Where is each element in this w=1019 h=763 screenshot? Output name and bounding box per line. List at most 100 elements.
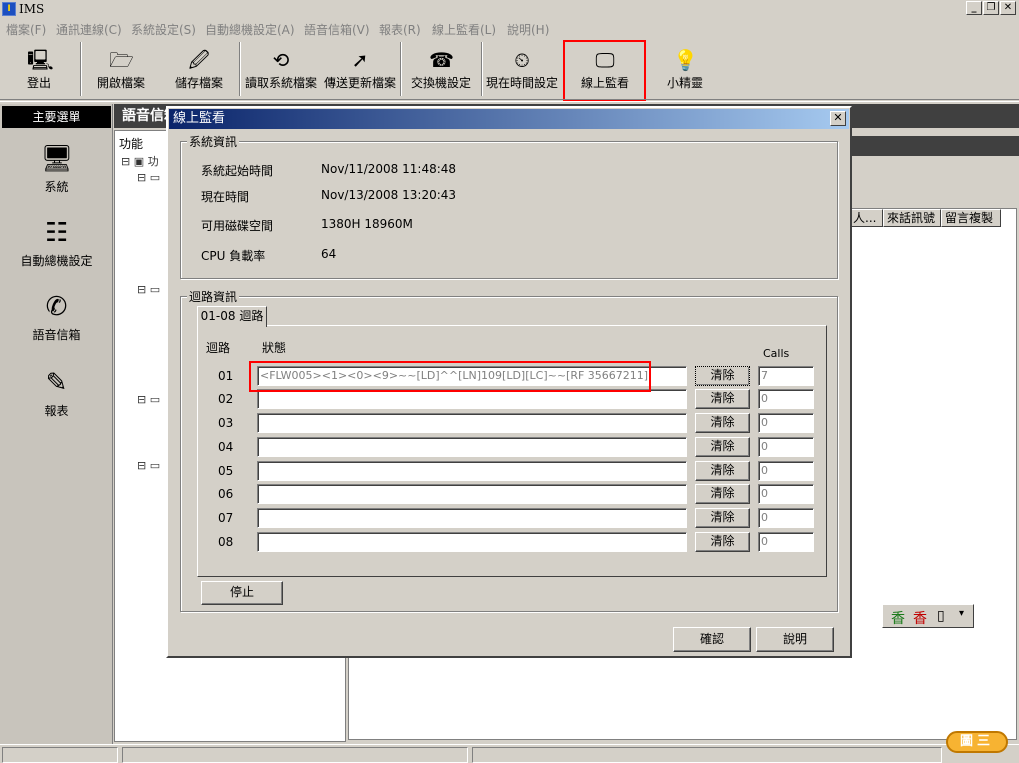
ime-mode-icon[interactable]: 香 — [891, 608, 905, 628]
clear-button[interactable]: 清除 — [695, 484, 750, 504]
calls-count-field: 0 — [758, 461, 814, 481]
toolbar: 🖳 登出 🗁 開啟檔案 🖉 儲存檔案 ⟲ 讀取系統檔案 ➚ 傳送更新檔案 ☎ 交… — [0, 40, 1019, 98]
ime-layout-icon[interactable]: ▯ — [937, 608, 945, 624]
main-menu-reports[interactable]: ✎ 報表 — [0, 368, 113, 419]
minimize-button[interactable]: _ — [966, 1, 982, 15]
main-menu-voicemail[interactable]: ✆ 語音信箱 — [0, 292, 113, 343]
tree-node-vm[interactable]: ⊟ ▭ — [137, 393, 160, 406]
clear-button[interactable]: 清除 — [695, 532, 750, 552]
read-file-icon: ⟲ — [272, 48, 290, 72]
menu-voicemail[interactable]: 語音信箱(V) — [304, 21, 370, 38]
menu-help[interactable]: 說明(H) — [507, 21, 549, 38]
tree-label: 功能 — [119, 137, 144, 151]
ok-button[interactable]: 確認 — [673, 627, 751, 652]
tree-node-report[interactable]: ⊟ ▭ — [137, 459, 160, 472]
calls-count-field: 0 — [758, 508, 814, 528]
stop-button[interactable]: 停止 — [201, 581, 283, 605]
column-header-incoming[interactable]: 來話訊號 — [883, 209, 941, 227]
ime-toolbar[interactable]: 香 香 ▯ ▾ — [882, 604, 974, 628]
switch-device-icon: ☷ — [44, 218, 69, 248]
dialog-titlebar: 線上監看 ✕ — [169, 109, 849, 129]
main-menu-auto-attendant-label: 自動總機設定 — [20, 254, 93, 268]
current-time-button[interactable]: ⏲ 現在時間設定 — [484, 42, 560, 96]
read-system-label: 讀取系統檔案 — [244, 76, 317, 90]
tree-root-node[interactable]: ⊟ ▣ 功 — [121, 153, 159, 169]
ime-char-icon[interactable]: 香 — [913, 608, 927, 628]
loop-number: 08 — [218, 535, 234, 549]
menu-bar: 檔案(F) 通訊連線(C) 系統設定(S) 自動總機設定(A) 語音信箱(V) … — [0, 18, 1019, 38]
menu-reports[interactable]: 報表(R) — [379, 21, 421, 38]
loop-number: 05 — [218, 464, 234, 478]
tree-node-system[interactable]: ⊟ ▭ — [137, 171, 160, 184]
loop-number: 04 — [218, 440, 234, 454]
loop-status-field — [257, 437, 687, 457]
ime-dropdown-icon[interactable]: ▾ — [959, 608, 964, 619]
menu-connection[interactable]: 通訊連線(C) — [56, 21, 122, 38]
loop-number: 02 — [218, 392, 234, 406]
menu-system-settings[interactable]: 系統設定(S) — [131, 21, 196, 38]
loop-number: 06 — [218, 487, 234, 501]
wizard-button[interactable]: 💡 小精靈 — [650, 42, 720, 96]
toolbar-separator — [481, 42, 483, 96]
menu-file[interactable]: 檔案(F) — [6, 21, 46, 38]
logout-button[interactable]: 🖳 登出 — [4, 42, 74, 96]
help-button[interactable]: 說明 — [756, 627, 834, 652]
main-menu-panel: 主要選單 🖥 系統 ☷ 自動總機設定 ✆ 語音信箱 ✎ 報表 — [0, 104, 113, 744]
clear-button[interactable]: 清除 — [695, 437, 750, 457]
open-file-button[interactable]: 🗁 開啟檔案 — [86, 42, 156, 96]
clear-button[interactable]: 清除 — [695, 508, 750, 528]
clear-button[interactable]: 清除 — [695, 413, 750, 433]
app-title: IMS — [19, 2, 45, 16]
voicemail-icon: ✆ — [45, 292, 68, 322]
loop-status-field — [257, 389, 687, 409]
start-time-value: Nov/11/2008 11:48:48 — [321, 162, 457, 176]
loop-01-highlight — [249, 361, 651, 392]
loop-number: 01 — [218, 369, 234, 383]
menu-online-monitor[interactable]: 線上監看(L) — [432, 21, 496, 38]
column-header-person[interactable]: 人... — [849, 209, 883, 227]
send-update-button[interactable]: ➚ 傳送更新檔案 — [321, 42, 399, 96]
cpu-load-label: CPU 負載率 — [201, 249, 266, 263]
toolbar-separator — [400, 42, 402, 96]
main-menu-reports-label: 報表 — [44, 404, 69, 418]
column-header-copy[interactable]: 留言複製 — [941, 209, 1001, 227]
system-info-group: 系統資訊 — [180, 133, 838, 279]
pbx-settings-button[interactable]: ☎ 交換機設定 — [404, 42, 478, 96]
figure-label: 圖三 — [946, 731, 1008, 753]
tree-node-aa[interactable]: ⊟ ▭ — [137, 283, 160, 296]
close-button[interactable]: ✕ — [1000, 1, 1016, 15]
toolbar-divider — [0, 99, 1019, 102]
loop-status-field — [257, 532, 687, 552]
clear-button[interactable]: 清除 — [695, 366, 750, 386]
main-menu-header: 主要選單 — [2, 106, 111, 128]
disk-space-value: 1380H 18960M — [321, 217, 413, 231]
status-panel-2 — [122, 747, 468, 763]
logout-label: 登出 — [26, 76, 51, 90]
ims-logo-icon: I — [2, 2, 16, 16]
main-menu-system[interactable]: 🖥 系統 — [0, 144, 113, 195]
toolbar-separator — [239, 42, 241, 96]
calls-count-field: 0 — [758, 437, 814, 457]
restore-button[interactable]: ❐ — [983, 1, 999, 15]
menu-auto-attendant[interactable]: 自動總機設定(A) — [205, 21, 295, 38]
loop-number: 07 — [218, 511, 234, 525]
calls-count-field: 7 — [758, 366, 814, 386]
tab-loops-01-08[interactable]: 01-08 迴路 — [197, 306, 267, 327]
calls-count-field: 0 — [758, 389, 814, 409]
wizard-label: 小精靈 — [666, 76, 703, 90]
main-menu-auto-attendant[interactable]: ☷ 自動總機設定 — [0, 218, 113, 269]
current-time-label: 現在時間設定 — [485, 76, 558, 90]
send-file-icon: ➚ — [351, 48, 369, 72]
read-system-file-button[interactable]: ⟲ 讀取系統檔案 — [242, 42, 320, 96]
loop-info-label: 迴路資訊 — [187, 288, 240, 305]
pbx-settings-label: 交換機設定 — [410, 76, 471, 90]
main-menu-system-label: 系統 — [44, 180, 69, 194]
save-file-button[interactable]: 🖉 儲存檔案 — [164, 42, 234, 96]
status-column-header: 狀態 — [262, 341, 287, 355]
clear-button[interactable]: 清除 — [695, 389, 750, 409]
calendar-clock-icon: ⏲ — [514, 48, 530, 72]
clear-button[interactable]: 清除 — [695, 461, 750, 481]
dialog-close-button[interactable]: ✕ — [830, 111, 846, 126]
loop-status-field — [257, 508, 687, 528]
loop-status-field — [257, 413, 687, 433]
